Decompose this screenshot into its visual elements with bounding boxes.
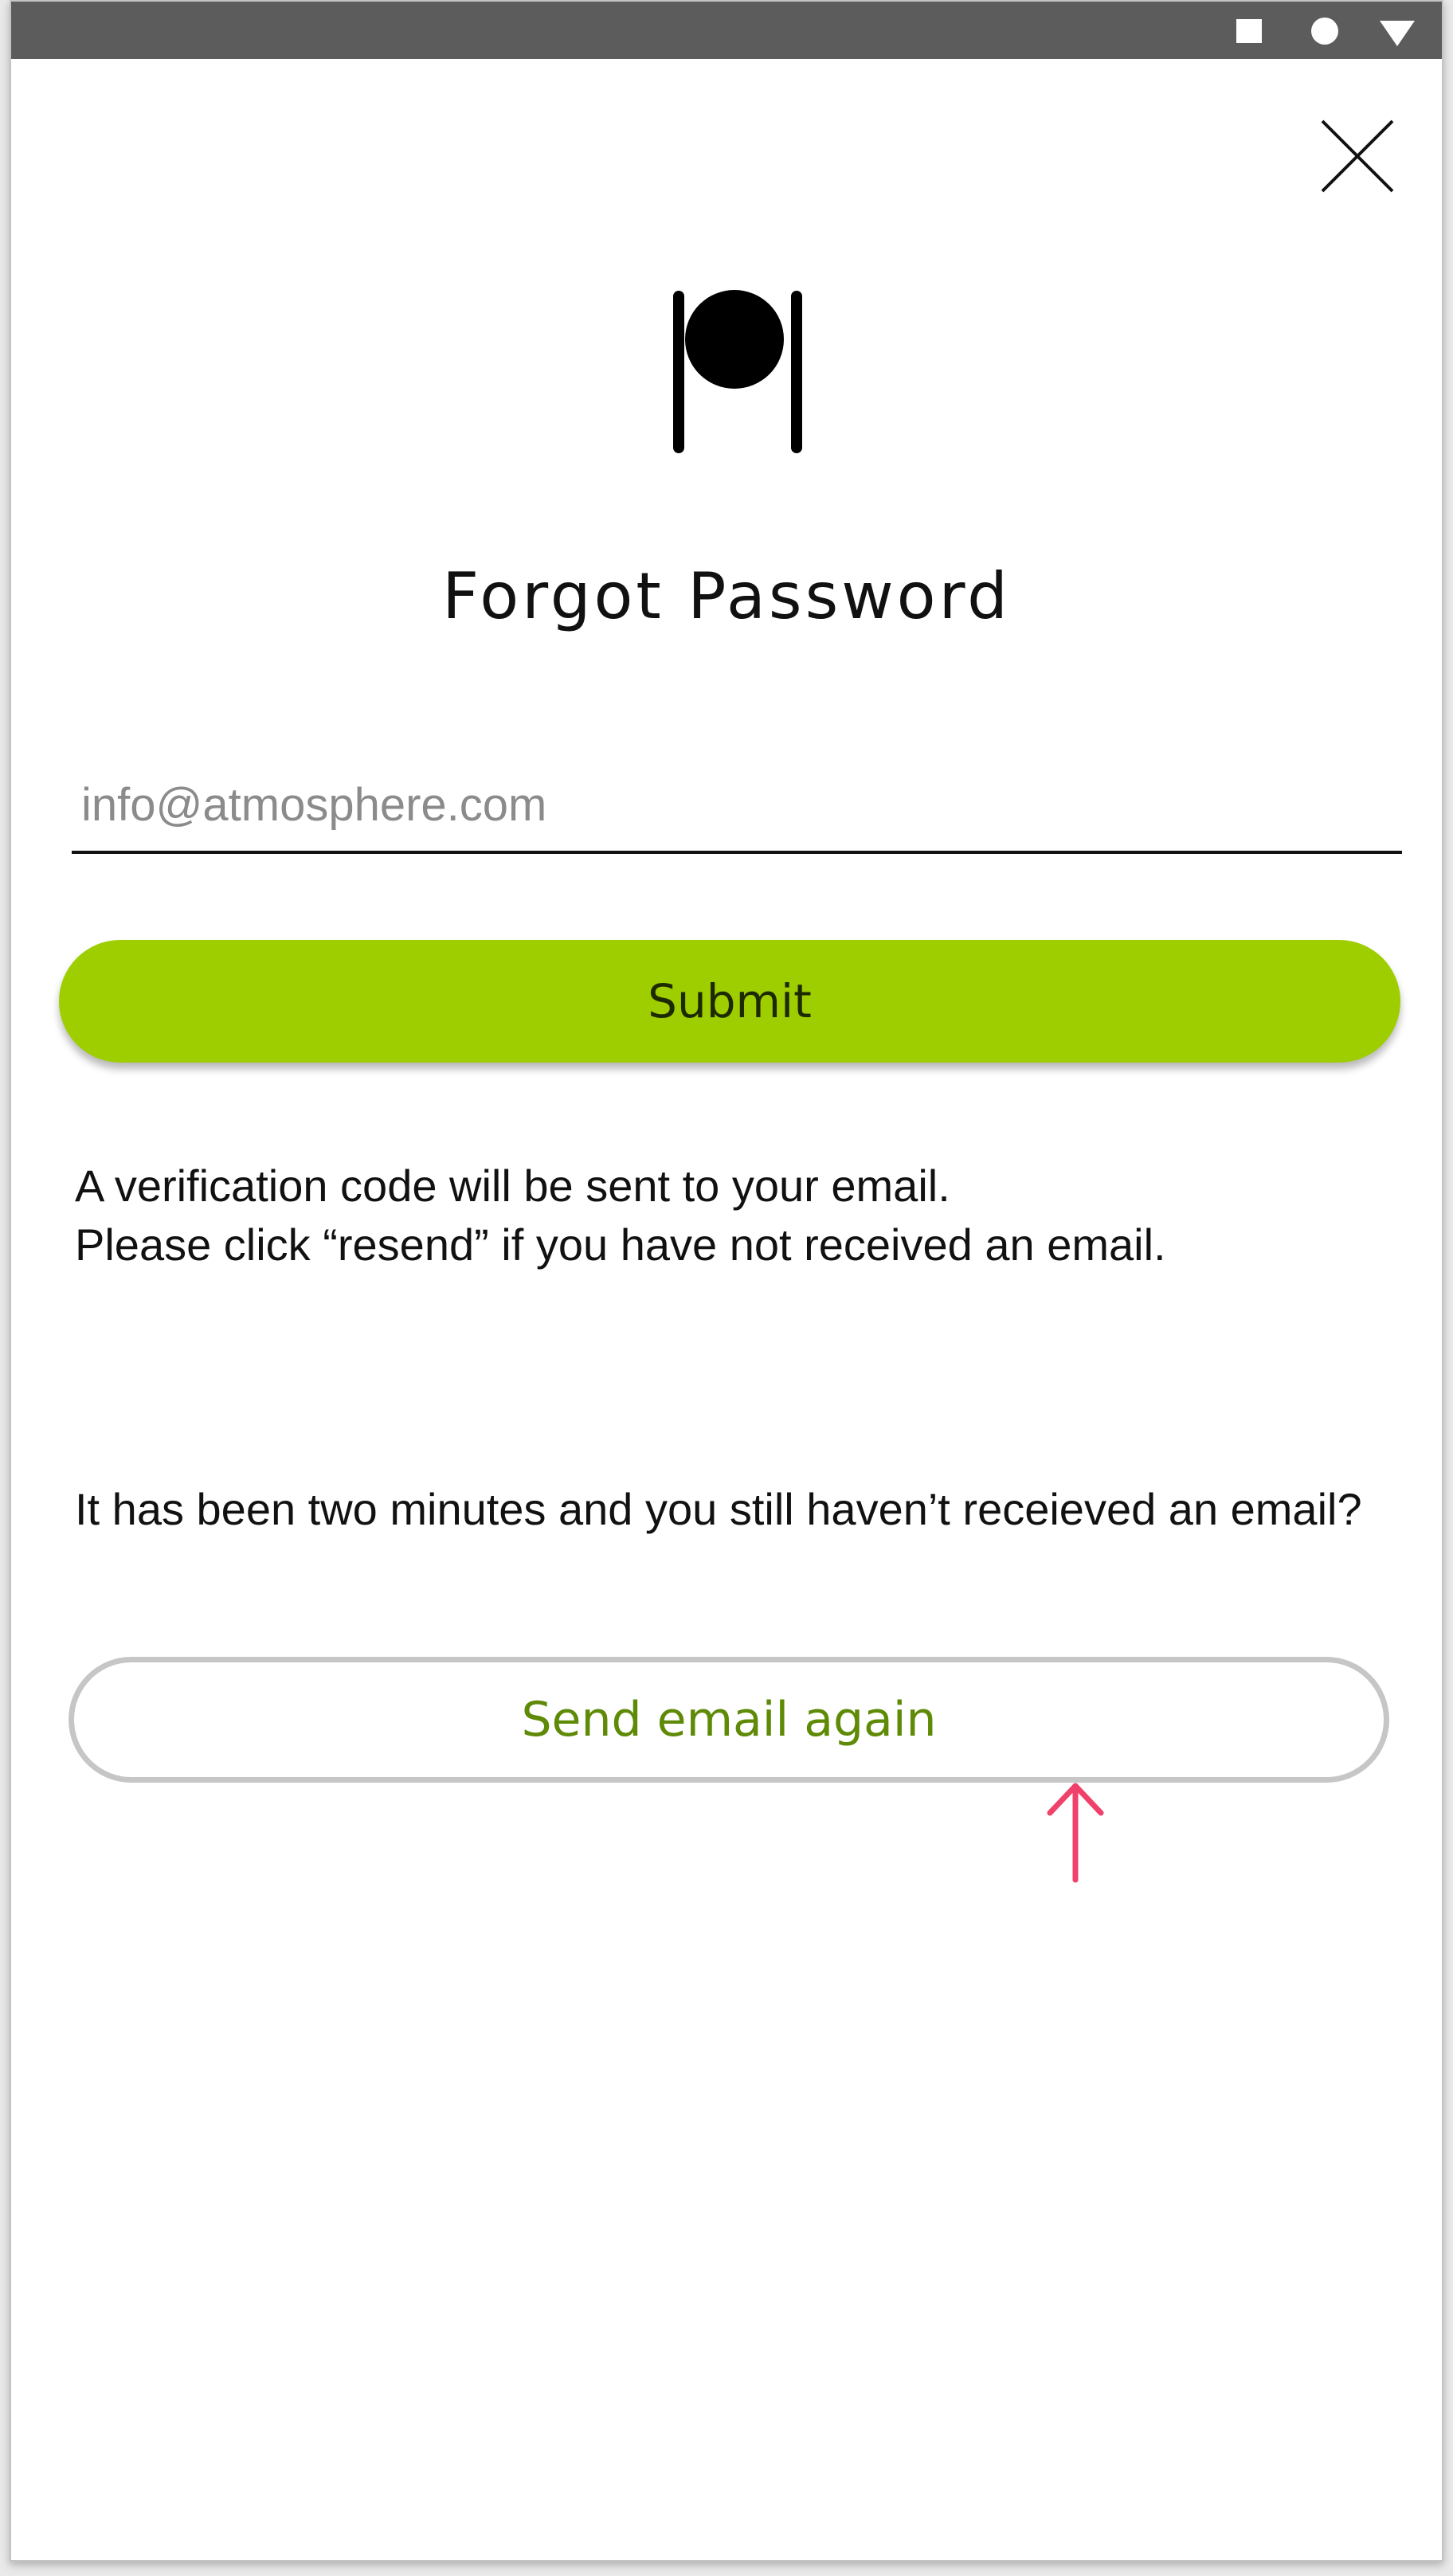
status-bar — [11, 2, 1442, 59]
info-line-2: Please click “resend” if you have not re… — [75, 1219, 1166, 1270]
square-icon — [1236, 19, 1262, 43]
logo — [668, 288, 808, 456]
email-field[interactable] — [72, 758, 1402, 854]
circle-icon — [1311, 18, 1338, 45]
info-line-1: A verification code will be sent to your… — [75, 1161, 950, 1211]
atmosphere-logo-icon — [673, 290, 802, 453]
annotation-arrow — [1044, 1781, 1107, 1885]
triangle-icon — [1380, 21, 1415, 46]
up-arrow-icon — [1047, 1783, 1104, 1883]
timeout-message: It has been two minutes and you still ha… — [75, 1484, 1362, 1534]
submit-button[interactable]: Submit — [59, 940, 1400, 1063]
page-title: Forgot Password — [442, 559, 1011, 633]
phone-screen: Forgot Password Submit A verification co… — [10, 0, 1443, 2562]
send-email-again-button[interactable]: Send email again — [69, 1657, 1389, 1783]
verification-info: A verification code will be sent to your… — [75, 1157, 1397, 1274]
close-icon — [1321, 119, 1394, 193]
close-button[interactable] — [1318, 116, 1397, 196]
